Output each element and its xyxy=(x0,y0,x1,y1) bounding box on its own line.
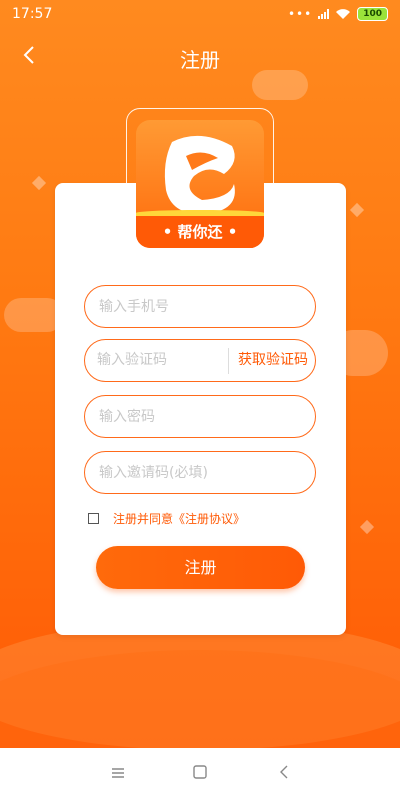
code-field: 获取验证码 xyxy=(84,339,316,382)
wave-decoration xyxy=(0,650,400,748)
signal-icon xyxy=(318,9,330,19)
status-time: 17:57 xyxy=(12,6,53,22)
back-triangle-icon xyxy=(280,765,288,779)
code-divider xyxy=(228,348,229,374)
register-button[interactable]: 注册 xyxy=(96,546,305,589)
agree-checkbox[interactable] xyxy=(88,513,99,524)
app-logo: • 帮你还 • xyxy=(136,120,264,248)
invite-code-input[interactable] xyxy=(84,451,316,494)
agreement-link[interactable]: 注册并同意《注册协议》 xyxy=(113,510,245,527)
system-back-button[interactable] xyxy=(272,762,296,786)
agreement-row: 注册并同意《注册协议》 xyxy=(88,510,245,527)
logo-ribbon: • 帮你还 • xyxy=(136,210,264,248)
header: 注册 xyxy=(0,36,400,76)
status-icons: ••• 100 xyxy=(288,7,388,21)
password-input[interactable] xyxy=(84,395,316,438)
code-input[interactable] xyxy=(85,340,225,380)
diamond-decoration xyxy=(349,202,365,218)
home-square-icon xyxy=(193,765,207,779)
diamond-decoration xyxy=(359,519,375,535)
diamond-decoration xyxy=(31,175,47,191)
get-code-button[interactable]: 获取验证码 xyxy=(231,340,315,380)
phone-input[interactable] xyxy=(84,285,316,328)
battery-icon: 100 xyxy=(357,7,388,21)
register-screen: 17:57 ••• 100 注册 • 帮你还 • 输入手机号 输入验证码 获取验… xyxy=(0,0,400,748)
logo-mark-icon xyxy=(164,135,235,215)
wifi-icon xyxy=(336,9,351,19)
page-title: 注册 xyxy=(180,48,220,72)
home-button[interactable] xyxy=(188,762,212,786)
status-bar: 17:57 ••• 100 xyxy=(0,0,400,28)
signal-dots-icon: ••• xyxy=(287,7,313,21)
system-nav-bar xyxy=(0,748,400,800)
menu-icon xyxy=(112,768,124,778)
menu-button[interactable] xyxy=(106,762,130,786)
